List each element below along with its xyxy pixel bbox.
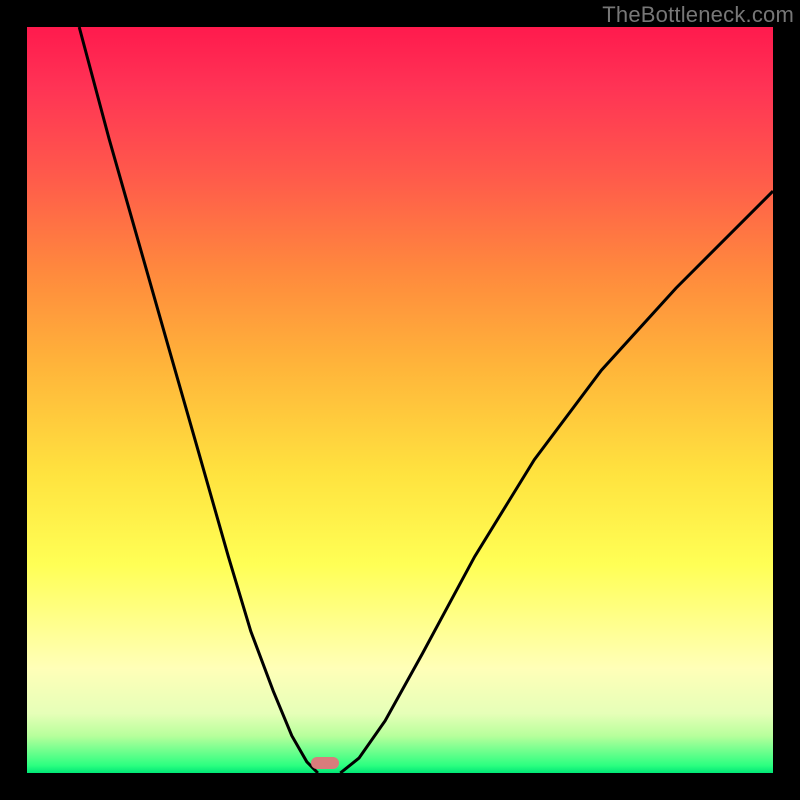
- curve-left: [79, 27, 318, 773]
- curve-right: [340, 191, 773, 773]
- plot-area: [27, 27, 773, 773]
- watermark-text: TheBottleneck.com: [602, 2, 794, 28]
- minimum-marker: [311, 757, 339, 769]
- chart-frame: TheBottleneck.com: [0, 0, 800, 800]
- bottleneck-curve: [27, 27, 773, 773]
